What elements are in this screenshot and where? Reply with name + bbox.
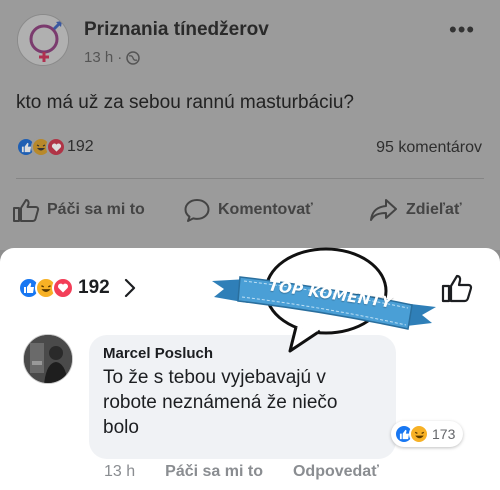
post-meta: 13 h ·: [84, 49, 140, 66]
comment-like-button[interactable]: Páči sa mi to: [165, 463, 263, 481]
like-button[interactable]: Páči sa mi to: [12, 197, 145, 223]
thumbs-up-outline-icon: [13, 199, 40, 222]
page-name[interactable]: Priznania tínedžerov: [84, 19, 269, 41]
share-arrow-icon: [370, 199, 397, 221]
meta-separator: ·: [117, 49, 123, 66]
post-text: kto má už za sebou rannú masturbáciu?: [16, 92, 354, 113]
like-button-label: Páči sa mi to: [47, 201, 145, 218]
page-logo: [18, 15, 68, 65]
haha-reaction-icon: [409, 424, 429, 444]
comment-bubble: Marcel Posluch To že s tebou vyjebavajú …: [89, 335, 396, 459]
comment-actions: 13 h Páči sa mi to Odpovedať: [104, 463, 379, 481]
divider: [16, 178, 484, 179]
globe-icon: [126, 50, 140, 65]
commenter-avatar[interactable]: [23, 334, 73, 384]
comment-reaction-count: 173: [432, 426, 456, 442]
share-button-label: Zdieľať: [406, 201, 462, 218]
comment-time: 13 h: [104, 463, 136, 480]
post-time: 13 h: [84, 49, 114, 66]
more-icon[interactable]: •••: [449, 17, 475, 43]
post-reactions[interactable]: 192: [16, 137, 94, 157]
background-post: Priznania tínedžerov 13 h · ••• kto má u…: [0, 0, 500, 250]
chevron-right-icon: [124, 278, 135, 298]
comment-button[interactable]: Komentovať: [183, 197, 313, 223]
sheet-reaction-count: 192: [78, 277, 110, 298]
share-button[interactable]: Zdieľať: [369, 197, 462, 223]
avatar-photo: [24, 335, 72, 383]
love-reaction-icon: [52, 277, 74, 299]
comment-outline-icon: [184, 199, 210, 222]
post-comment-count[interactable]: 95 komentárov: [376, 139, 482, 157]
comment-reactions[interactable]: 173: [391, 421, 464, 447]
page-avatar[interactable]: [17, 14, 69, 66]
sheet-reactions[interactable]: 192: [18, 277, 136, 299]
comment-button-label: Komentovať: [218, 201, 313, 218]
comment-reply-button[interactable]: Odpovedať: [293, 463, 379, 481]
post-reaction-count: 192: [67, 138, 94, 155]
love-reaction-icon: [46, 137, 66, 157]
thumbs-up-outline-icon[interactable]: [441, 273, 473, 303]
comment-text: To že s tebou vyjebavajú v robote neznám…: [103, 367, 338, 438]
